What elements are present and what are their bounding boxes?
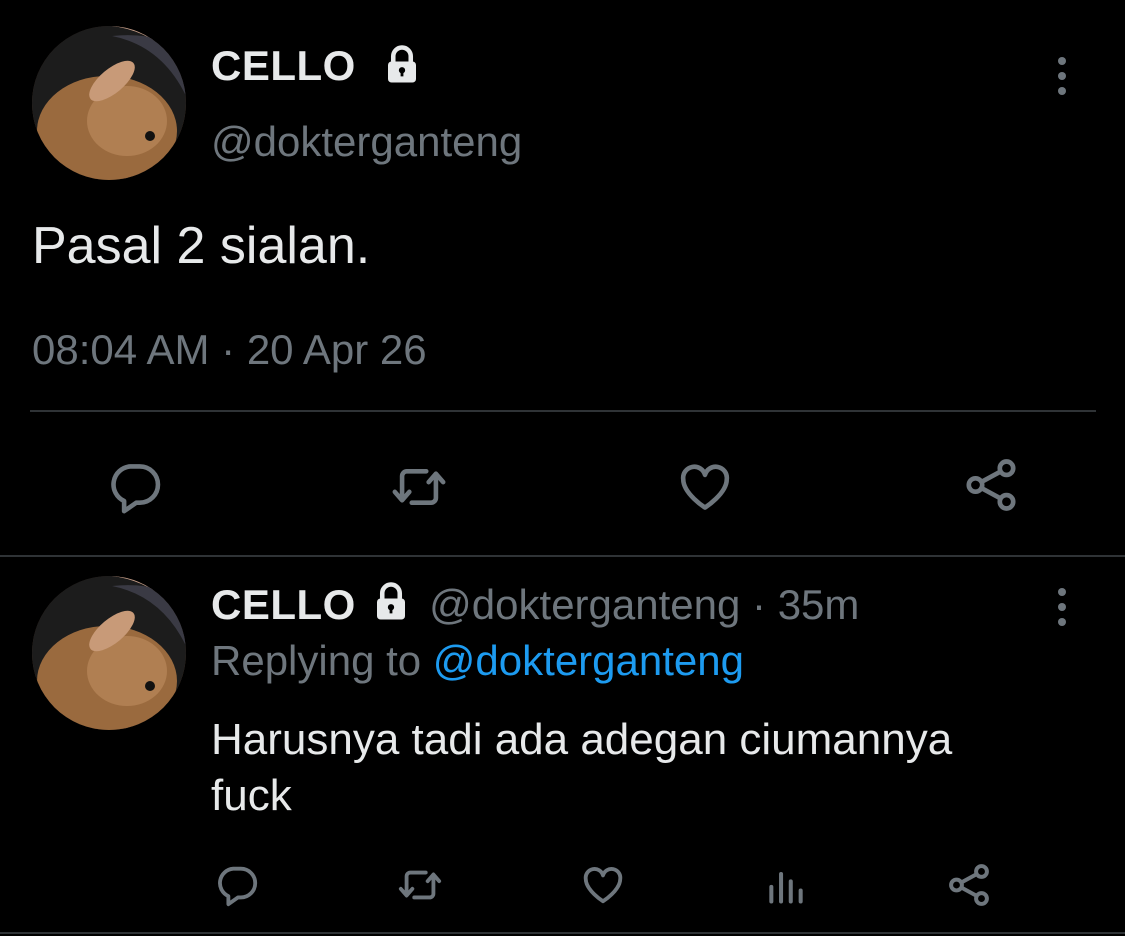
reply-age: 35m [777, 581, 860, 628]
reply-icon[interactable] [106, 458, 164, 516]
share-icon[interactable] [944, 860, 994, 910]
share-icon[interactable] [960, 454, 1022, 516]
reply-text-line: Harusnya tadi ada adegan ciumannya [211, 715, 953, 764]
analytics-icon[interactable] [764, 862, 808, 908]
retweet-icon[interactable] [394, 862, 446, 908]
divider [0, 932, 1125, 934]
divider [0, 555, 1125, 557]
tweet-text: Pasal 2 sialan. [32, 217, 371, 275]
lock-icon [370, 581, 412, 634]
handle[interactable]: @dokterganteng [211, 118, 522, 166]
reply-avatar[interactable] [32, 576, 186, 730]
reply-header: CELLO @dokterganteng · 35m [211, 580, 859, 634]
replying-handle-link[interactable]: @dokterganteng [433, 637, 744, 684]
more-vertical-icon[interactable] [1056, 57, 1068, 95]
reply-display-name[interactable]: CELLO [211, 581, 356, 628]
tweet-timestamp: 08:04 AM · 20 Apr 26 [32, 326, 427, 374]
divider [30, 410, 1096, 412]
reply-handle[interactable]: @dokterganteng [429, 581, 740, 628]
tweet-date: 20 Apr 26 [246, 326, 427, 373]
heart-icon[interactable] [580, 862, 626, 908]
heart-icon[interactable] [676, 458, 734, 516]
display-name[interactable]: CELLO [211, 42, 356, 90]
retweet-icon[interactable] [388, 458, 450, 516]
reply-text: Harusnya tadi ada adegan ciumannya fuck [211, 712, 952, 824]
more-vertical-icon[interactable] [1056, 588, 1068, 626]
reply-text-line: fuck [211, 771, 292, 820]
tweet-time: 08:04 AM [32, 326, 210, 373]
reply-icon[interactable] [214, 862, 260, 908]
reply-dot: · [752, 581, 767, 628]
avatar[interactable] [32, 26, 186, 180]
lock-icon [381, 44, 423, 91]
replying-prefix: Replying to [211, 637, 422, 684]
replying-to: Replying to @dokterganteng [211, 636, 744, 686]
timestamp-separator: · [221, 326, 236, 373]
